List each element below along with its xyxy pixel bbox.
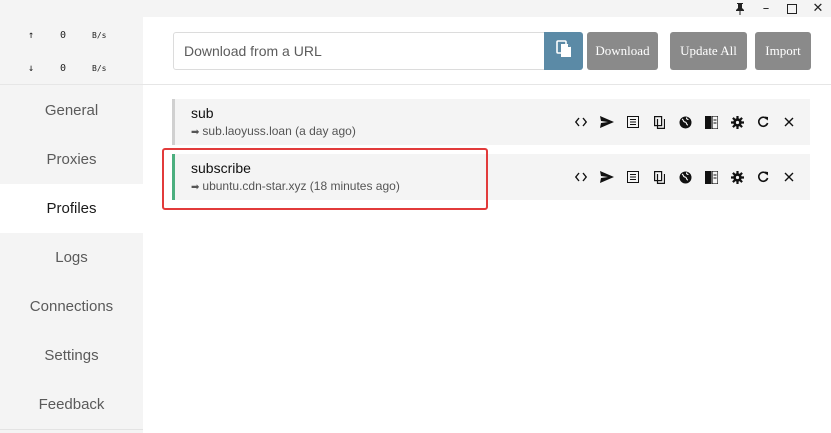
title-bar: – ✕ [0, 0, 831, 17]
sidebar-divider [0, 429, 143, 433]
profile-url: ➡ ubuntu.cdn-star.xyz (18 minutes ago) [191, 179, 400, 193]
minimize-button[interactable]: – [753, 0, 779, 17]
profile-toolbar: Download Update All Import [143, 17, 831, 85]
close-window-button[interactable]: ✕ [805, 0, 831, 17]
send-icon[interactable] [594, 166, 620, 188]
copy-icon[interactable] [646, 111, 672, 133]
pin-icon[interactable] [727, 0, 753, 17]
close-icon[interactable] [776, 111, 802, 133]
link-arrow-icon: ➡ [191, 127, 200, 138]
window-controls: – ✕ [727, 0, 831, 17]
import-button[interactable]: Import [755, 32, 811, 70]
update-all-button[interactable]: Update All [670, 32, 747, 70]
send-icon[interactable] [594, 111, 620, 133]
columns-icon[interactable] [698, 166, 724, 188]
code-icon[interactable] [568, 111, 594, 133]
paste-button[interactable] [544, 32, 583, 70]
profile-url-text: ubuntu.cdn-star.xyz (18 minutes ago) [202, 179, 400, 193]
download-button[interactable]: Download [587, 32, 658, 70]
sidebar-item-logs[interactable]: Logs [0, 233, 143, 282]
traffic-panel: ↑ 0 B/s ↓ 0 B/s [0, 17, 143, 85]
close-icon[interactable] [776, 166, 802, 188]
download-value: 0 [60, 62, 67, 74]
profile-name: subscribe [191, 160, 251, 176]
profile-actions [568, 99, 802, 145]
copy-icon[interactable] [646, 166, 672, 188]
sidebar-item-settings[interactable]: Settings [0, 331, 143, 380]
profile-url: ➡ sub.laoyuss.loan (a day ago) [191, 124, 356, 138]
upload-unit: B/s [92, 30, 107, 40]
refresh-icon[interactable] [750, 111, 776, 133]
columns-icon[interactable] [698, 111, 724, 133]
sidebar-item-proxies[interactable]: Proxies [0, 135, 143, 184]
list-icon[interactable] [620, 166, 646, 188]
gear-icon[interactable] [724, 111, 750, 133]
globe-icon[interactable] [672, 166, 698, 188]
sidebar-item-general[interactable]: General [0, 86, 143, 135]
globe-icon[interactable] [672, 111, 698, 133]
profile-item-sub[interactable]: sub ➡ sub.laoyuss.loan (a day ago) [172, 99, 810, 145]
profile-actions [568, 154, 802, 200]
sidebar-item-profiles[interactable]: Profiles [0, 184, 143, 233]
gear-icon[interactable] [724, 166, 750, 188]
code-icon[interactable] [568, 166, 594, 188]
profile-url-text: sub.laoyuss.loan (a day ago) [202, 124, 356, 138]
profile-item-subscribe[interactable]: subscribe ➡ ubuntu.cdn-star.xyz (18 minut… [172, 154, 810, 200]
list-icon[interactable] [620, 111, 646, 133]
refresh-icon[interactable] [750, 166, 776, 188]
sidebar: ↑ 0 B/s ↓ 0 B/s General Proxies Profiles… [0, 17, 143, 433]
sidebar-item-feedback[interactable]: Feedback [0, 380, 143, 429]
download-unit: B/s [92, 63, 107, 73]
paste-icon [555, 39, 572, 63]
url-input[interactable] [173, 32, 545, 70]
download-arrow-icon: ↓ [28, 62, 35, 74]
upload-value: 0 [60, 29, 67, 41]
link-arrow-icon: ➡ [191, 182, 200, 193]
sidebar-item-connections[interactable]: Connections [0, 282, 143, 331]
profile-name: sub [191, 105, 214, 121]
sidebar-nav: General Proxies Profiles Logs Connection… [0, 86, 143, 429]
maximize-button[interactable] [779, 0, 805, 17]
upload-arrow-icon: ↑ [28, 29, 35, 41]
